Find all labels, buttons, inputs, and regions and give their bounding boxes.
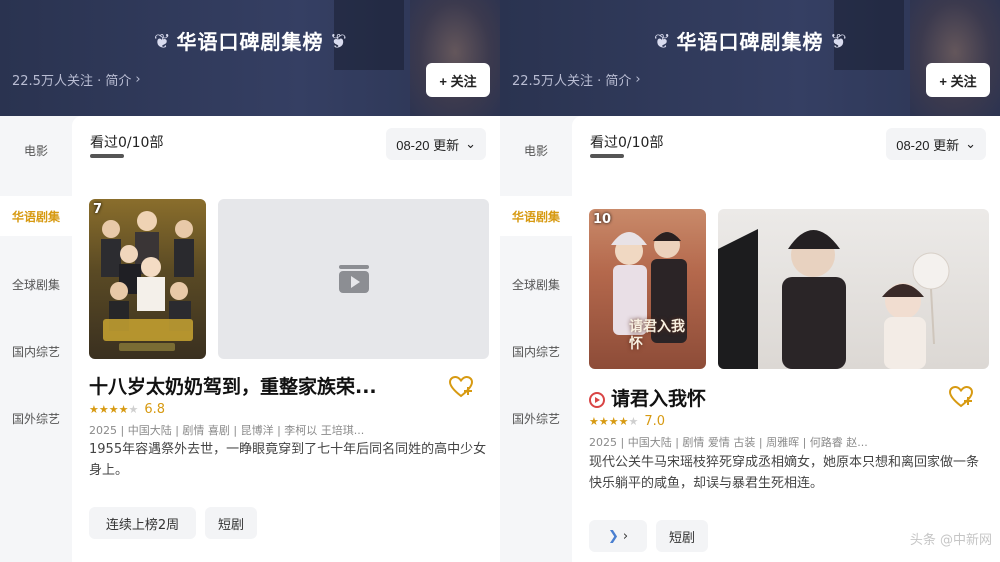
follower-info[interactable]: 22.5万人关注 · 简介 › (12, 70, 141, 89)
sidebar-item-domestic-variety[interactable]: 国内综艺 (500, 331, 572, 371)
tab-underline (90, 154, 124, 158)
star-rating-icon: ★★★★★ (589, 415, 639, 428)
more-tags-button[interactable]: ❯ › (589, 520, 647, 552)
chevron-down-icon: ⌄ (465, 136, 476, 151)
sidebar-item-chinese-series[interactable]: 华语剧集 (500, 196, 572, 236)
sidebar-item-chinese-series[interactable]: 华语剧集 (0, 196, 72, 236)
watched-count-tab[interactable]: 看过0/10部 (90, 132, 163, 152)
laurel-left-icon: ❦ (653, 28, 671, 53)
drama-still-illustration (718, 229, 950, 369)
add-favorite-heart-icon[interactable] (948, 384, 974, 410)
rating-score: 7.0 (644, 414, 666, 429)
update-date-label: 08-20 更新 (396, 137, 460, 153)
sidebar-item-global-series[interactable]: 全球剧集 (500, 264, 572, 304)
update-date-label: 08-20 更新 (896, 137, 960, 153)
video-placeholder-icon (339, 265, 369, 293)
add-favorite-heart-icon[interactable] (448, 374, 474, 400)
drama-title[interactable]: 请君入我怀 (589, 384, 929, 411)
rating-score: 6.8 (144, 402, 166, 417)
watched-count-tab[interactable]: 看过0/10部 (590, 132, 663, 152)
follower-count: 22.5万人关注 · 简介 (12, 74, 132, 89)
play-circle-icon (589, 391, 605, 408)
follower-info[interactable]: 22.5万人关注 · 简介 › (512, 70, 641, 89)
follower-count: 22.5万人关注 · 简介 (512, 74, 632, 89)
chevron-down-icon: ⌄ (965, 136, 976, 151)
sidebar-item-domestic-variety[interactable]: 国内综艺 (0, 331, 72, 371)
ranking-header: ❦ 华语口碑剧集榜 ❦ 22.5万人关注 · 简介 › + 关注 (0, 0, 500, 116)
chevron-right-icon: › (635, 72, 641, 87)
drama-description: 1955年容遇祭外去世，一睁眼竟穿到了七十年后同名同姓的高中少女身上。 (89, 442, 487, 478)
drama-meta: 2025 | 中国大陆 | 剧情 喜剧 | 昆博洋 | 李柯以 王培琪... (89, 424, 365, 437)
sidebar-item-movies[interactable]: 电影 (500, 130, 572, 170)
drama-description: 现代公关牛马宋瑶枝猝死穿成丞相嫡女，她原本只想和离回家做一条快乐躺平的咸鱼，却误… (589, 455, 980, 491)
tag-chart-streak[interactable]: 连续上榜2周 (89, 507, 196, 539)
sidebar-item-global-series[interactable]: 全球剧集 (0, 264, 72, 304)
ranking-title: 华语口碑剧集榜 (176, 30, 324, 54)
tag-short-drama[interactable]: 短剧 (656, 520, 708, 552)
update-date-dropdown[interactable]: 08-20 更新 ⌄ (886, 128, 986, 160)
left-panel: ❦ 华语口碑剧集榜 ❦ 22.5万人关注 · 简介 › + 关注 电影 华语剧集… (0, 0, 500, 562)
drama-title-text: 请君入我怀 (611, 388, 707, 410)
drama-title[interactable]: 十八岁太奶奶驾到，重整家族荣... (89, 372, 429, 399)
header-background-image (410, 0, 500, 116)
drama-poster[interactable]: 7 (89, 199, 206, 359)
rating-row: ★★★★★ 7.0 (589, 414, 665, 429)
header-background-image (910, 0, 1000, 116)
rating-row: ★★★★★ 6.8 (89, 402, 165, 417)
header-title-row: ❦ 华语口碑剧集榜 ❦ (0, 26, 500, 55)
drama-meta: 2025 | 中国大陆 | 剧情 爱情 古装 | 周雅晖 | 何路睿 赵... (589, 436, 868, 449)
follow-button[interactable]: + 关注 (426, 63, 490, 97)
sidebar-item-movies[interactable]: 电影 (0, 130, 72, 170)
laurel-right-icon: ❦ (329, 28, 347, 53)
poster-cast-illustration (101, 211, 194, 351)
header-title-row: ❦ 华语口碑剧集榜 ❦ (500, 26, 1000, 55)
right-panel: ❦ 华语口碑剧集榜 ❦ 22.5万人关注 · 简介 › + 关注 电影 华语剧集… (500, 0, 1000, 562)
rank-badge: 10 (593, 212, 612, 227)
arrow-icon: ❯ (607, 528, 619, 544)
update-date-dropdown[interactable]: 08-20 更新 ⌄ (386, 128, 486, 160)
ranking-content: 看过0/10部 08-20 更新 ⌄ 7 十八岁太奶奶驾到，重整家族荣... ★… (72, 116, 500, 562)
sidebar-item-foreign-variety[interactable]: 国外综艺 (500, 398, 572, 438)
category-sidebar: 电影 华语剧集 全球剧集 国内综艺 国外综艺 (0, 116, 72, 562)
ranking-content: 看过0/10部 08-20 更新 ⌄ 10 请君入我怀 请君入我怀 ★★★★★ … (572, 116, 1000, 562)
follow-button[interactable]: + 关注 (926, 63, 990, 97)
tag-short-drama[interactable]: 短剧 (205, 507, 257, 539)
laurel-right-icon: ❦ (829, 28, 847, 53)
laurel-left-icon: ❦ (153, 28, 171, 53)
video-placeholder[interactable] (218, 199, 489, 359)
drama-poster[interactable]: 10 请君入我怀 (589, 209, 706, 369)
category-sidebar: 电影 华语剧集 全球剧集 国内综艺 国外综艺 (500, 116, 572, 562)
drama-still-image[interactable] (718, 209, 989, 369)
chevron-right-icon: › (135, 72, 141, 87)
rank-badge: 7 (93, 202, 103, 217)
watermark: 头条 @中新网 (909, 533, 992, 548)
poster-title-text: 请君入我怀 (629, 319, 685, 352)
sidebar-item-foreign-variety[interactable]: 国外综艺 (0, 398, 72, 438)
tab-underline (590, 154, 624, 158)
ranking-header: ❦ 华语口碑剧集榜 ❦ 22.5万人关注 · 简介 › + 关注 (500, 0, 1000, 116)
chevron-right-icon: › (622, 528, 629, 544)
ranking-title: 华语口碑剧集榜 (676, 30, 824, 54)
star-rating-icon: ★★★★★ (89, 403, 139, 416)
